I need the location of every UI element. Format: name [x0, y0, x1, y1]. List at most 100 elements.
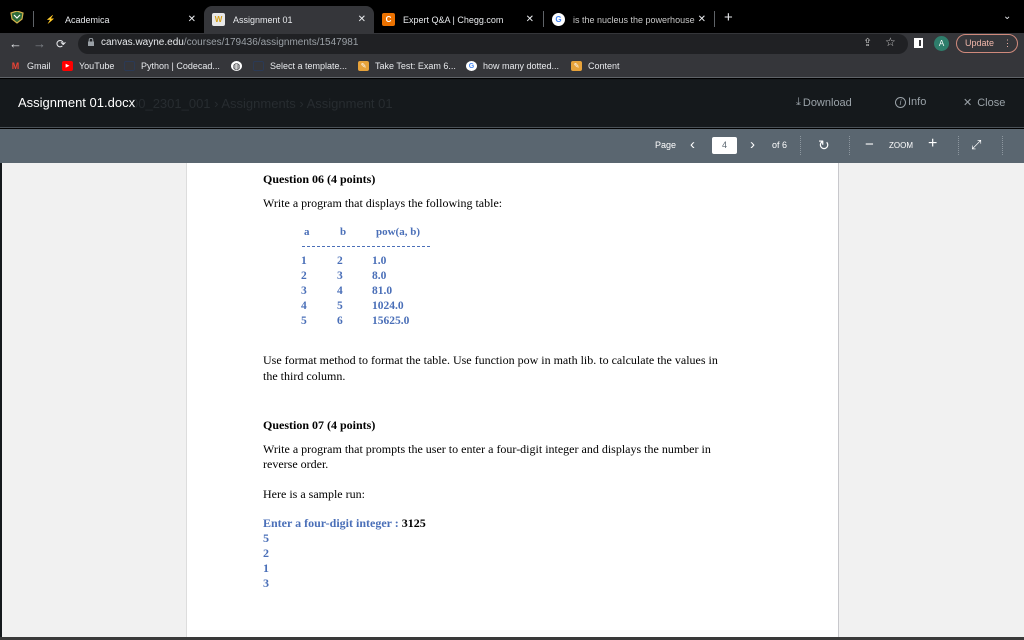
pencil-icon: ✎ [358, 61, 369, 71]
table-divider [302, 246, 430, 247]
bookmark-youtube[interactable]: ▶ YouTube [62, 61, 114, 71]
page-label: Page [655, 140, 677, 150]
zoom-out-icon[interactable]: − [865, 137, 874, 152]
question-06-prompt: Write a program that displays the follow… [263, 196, 503, 210]
url-domain: canvas.wayne.edu [101, 37, 184, 48]
bookmark-label: Take Test: Exam 6... [375, 61, 456, 71]
bookmark-label: Gmail [27, 61, 51, 71]
bookmark-select-template[interactable]: Select a template... [253, 61, 347, 71]
table-cell: 3 [301, 285, 307, 297]
gmail-icon: M [11, 61, 20, 71]
tab-label: Assignment 01 [233, 14, 293, 25]
academica-icon: ⚡ [45, 15, 56, 24]
zoom-in-icon[interactable]: + [928, 136, 937, 152]
bookmark-google-search[interactable]: G how many dotted... [466, 61, 559, 71]
table-cell: 5 [301, 315, 307, 327]
close-label: Close [977, 96, 1006, 109]
canvas-left-edge [0, 163, 2, 640]
table-cell: 81.0 [372, 285, 393, 297]
question-07-prompt-line2: reverse order. [263, 457, 329, 471]
tab-label: Academica [65, 14, 110, 25]
table-cell: 3 [337, 270, 343, 282]
update-label: Update [965, 38, 995, 48]
toolbar-separator [800, 136, 801, 155]
bookmarks-bar: M Gmail ▶ YouTube Python | Codecad... ◍ … [0, 55, 1024, 78]
tab-separator [33, 11, 34, 27]
toolbar-separator [849, 136, 850, 155]
download-button[interactable]: ⤓ Download [796, 96, 852, 109]
sample-prompt: Enter a four-digit integer : [263, 516, 402, 530]
tab-label: is the nucleus the powerhouse [573, 14, 695, 25]
download-icon: ⤓ [796, 96, 801, 108]
table-cell: 5 [337, 300, 343, 312]
download-label: Download [802, 96, 852, 109]
info-button[interactable]: i Info [895, 96, 926, 108]
bookmark-label: how many dotted... [483, 61, 560, 71]
tab-assignment-01[interactable]: W Assignment 01 ✕ [204, 6, 374, 33]
question-06-note-line1: Use format method to format the table. U… [263, 353, 718, 367]
profile-avatar[interactable]: A [934, 36, 949, 51]
table-cell: 4 [301, 300, 307, 312]
previous-page-icon[interactable]: ‹ [690, 137, 695, 152]
table-header-a: a [304, 226, 310, 238]
update-button[interactable]: Update ⋮ [956, 34, 1018, 53]
tab-google-search[interactable]: G is the nucleus the powerhouse ✕ [544, 6, 714, 33]
tab-search-chevron-icon[interactable]: ⌄ [1003, 11, 1011, 22]
rotate-icon[interactable]: ↻ [818, 138, 830, 153]
back-arrow-icon[interactable]: ← [9, 36, 22, 52]
document-page [186, 163, 839, 640]
bookmark-take-test[interactable]: ✎ Take Test: Exam 6... [358, 61, 456, 71]
question-07-title: Question 07 (4 points) [263, 418, 376, 432]
zoom-label: ZOOM [889, 141, 913, 150]
tab-chegg[interactable]: C Expert Q&A | Chegg.com ✕ [374, 6, 542, 33]
url-text[interactable]: canvas.wayne.edu/courses/179436/assignme… [101, 37, 358, 48]
reload-icon[interactable]: ⟳ [56, 36, 66, 52]
close-button[interactable]: ✕ Close [963, 96, 1006, 110]
bookmark-gmail[interactable]: M Gmail [10, 61, 51, 71]
table-cell: 2 [337, 255, 343, 267]
background-breadcrumb: 00_2301_001 › Assignments › Assignment 0… [131, 96, 393, 111]
info-icon: i [895, 96, 906, 108]
table-header-pow: pow(a, b) [376, 226, 421, 238]
tab-academica[interactable]: ⚡ Academica ✕ [36, 6, 204, 33]
bookmark-globe[interactable]: ◍ [231, 61, 248, 71]
close-icon: ✕ [963, 97, 973, 109]
pencil-icon: ✎ [571, 61, 582, 71]
sample-output-line: 3 [263, 576, 269, 590]
table-cell: 1 [301, 255, 307, 267]
sample-run-prompt-line: Enter a four-digit integer : 3125 [263, 516, 426, 531]
tab-separator [714, 11, 715, 27]
share-icon[interactable]: ⇪ [863, 36, 872, 49]
close-tab-icon[interactable]: ✕ [698, 14, 706, 25]
forward-arrow-icon[interactable]: → [33, 36, 46, 52]
google-icon: G [466, 61, 477, 71]
browser-toolbar: ← → ⟳ canvas.wayne.edu/courses/179436/as… [0, 33, 1024, 55]
fullscreen-icon[interactable]: ⤢ [971, 137, 981, 152]
sample-input: 3125 [401, 516, 426, 530]
wayne-state-shield-icon[interactable] [10, 10, 24, 24]
sample-output-line: 2 [263, 546, 269, 560]
url-path: /courses/179436/assignments/1547981 [183, 37, 359, 48]
page-number-input[interactable]: 4 [712, 137, 737, 154]
question-07-prompt-line1: Write a program that prompts the user to… [263, 442, 711, 456]
page-count: of 6 [772, 140, 788, 150]
bookmark-codecademy[interactable]: Python | Codecad... [124, 61, 220, 71]
bookmark-label: Select a template... [270, 61, 348, 71]
bookmark-star-icon[interactable]: ☆ [885, 35, 896, 49]
side-panel-icon[interactable] [914, 38, 923, 48]
close-tab-icon[interactable]: ✕ [526, 14, 534, 25]
table-cell: 15625.0 [372, 315, 410, 327]
table-cell: 8.0 [372, 270, 387, 282]
new-tab-button[interactable]: + [724, 9, 733, 26]
bookmark-content[interactable]: ✎ Content [571, 61, 620, 71]
close-tab-icon[interactable]: ✕ [358, 14, 366, 25]
close-tab-icon[interactable]: ✕ [188, 14, 196, 25]
youtube-icon: ▶ [62, 61, 73, 71]
toolbar-separator [1002, 136, 1003, 155]
next-page-icon[interactable]: › [750, 137, 755, 152]
menu-dots-icon[interactable]: ⋮ [1003, 35, 1012, 52]
codecademy-icon [124, 61, 135, 71]
table-cell: 1.0 [372, 255, 387, 267]
chegg-icon: C [382, 13, 395, 26]
sample-output-line: 5 [263, 531, 269, 545]
